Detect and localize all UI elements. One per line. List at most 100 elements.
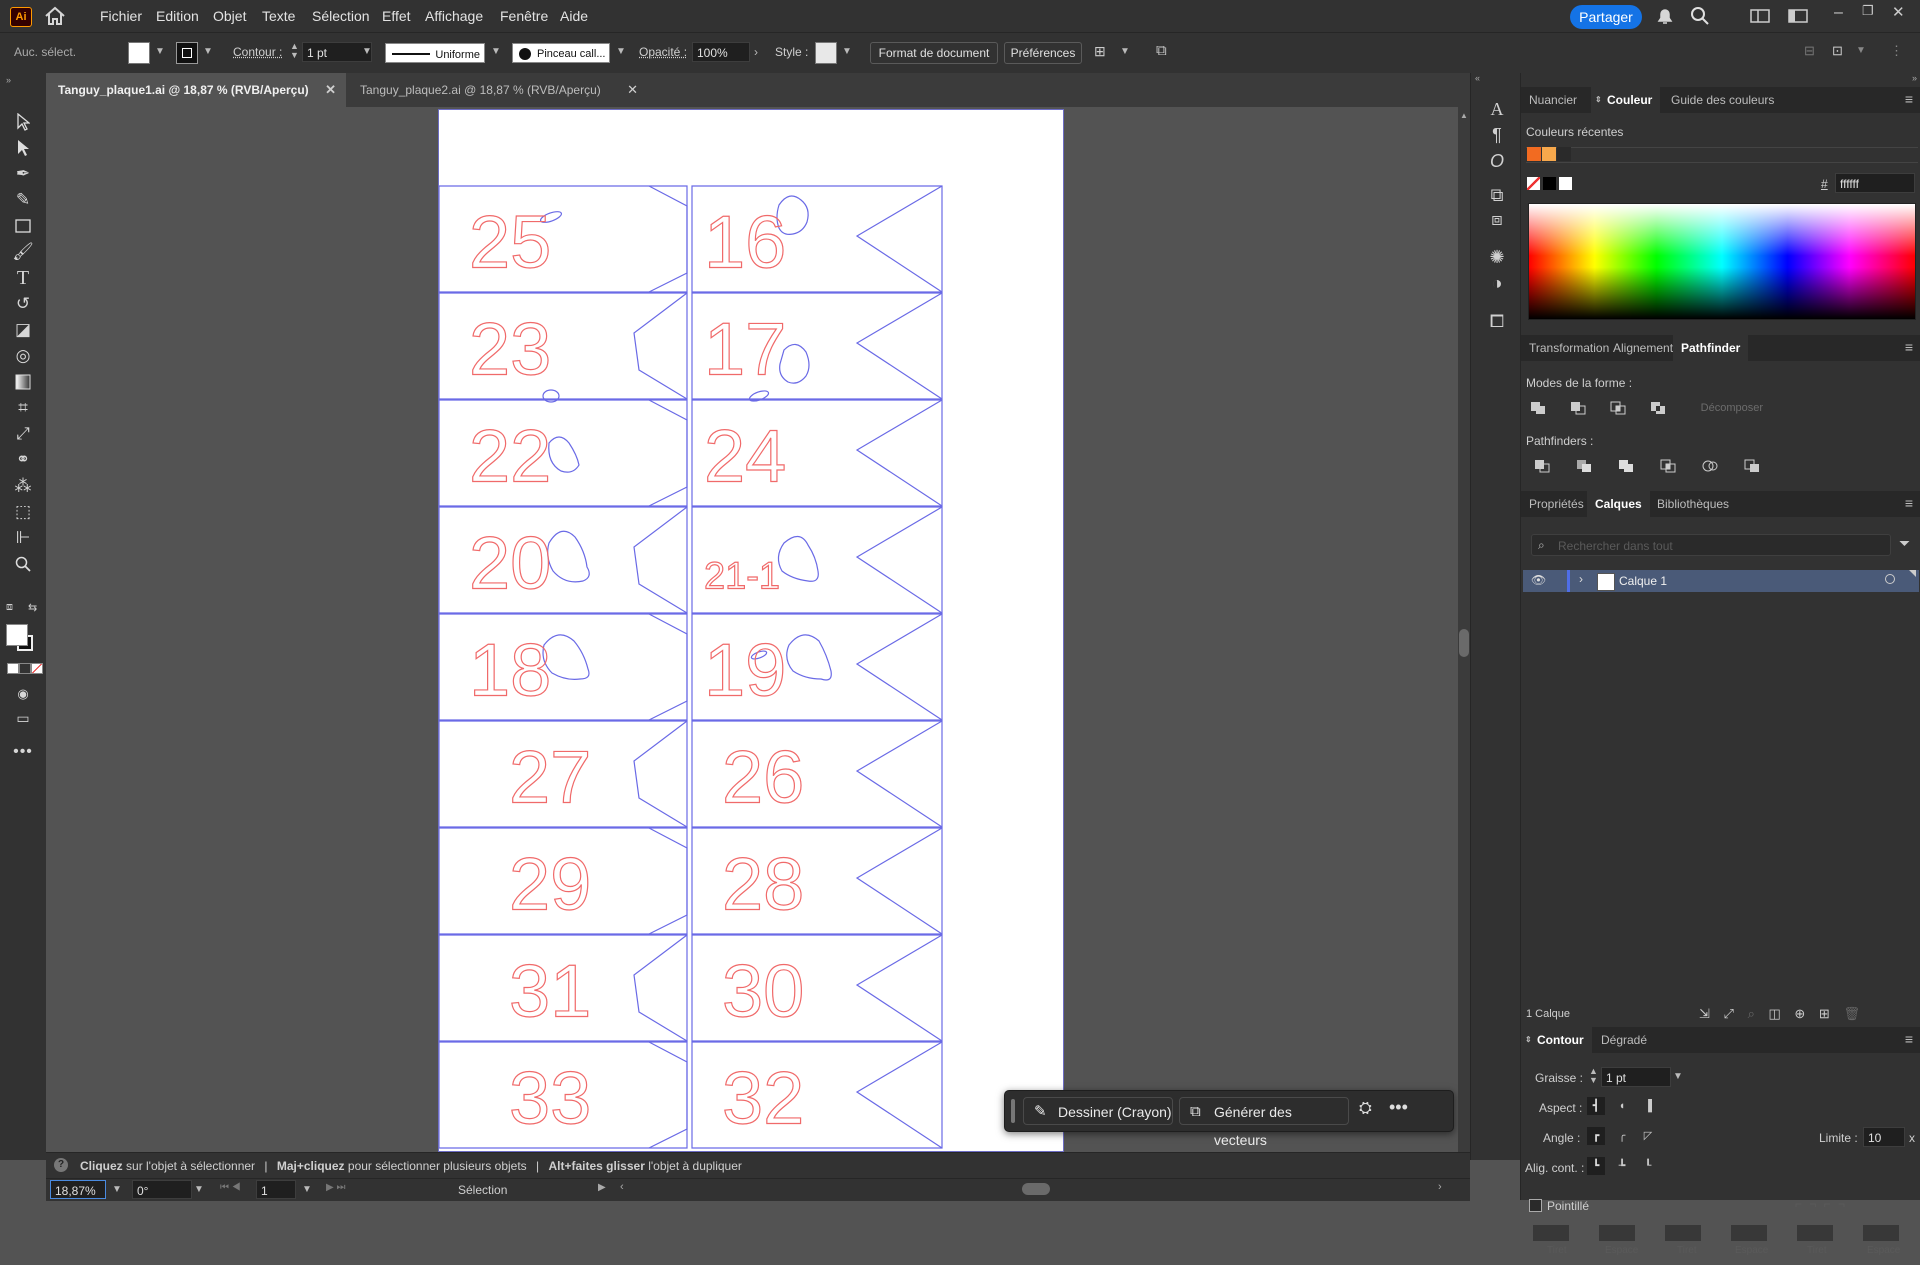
fill-swatch[interactable] (128, 42, 150, 64)
menu-fichier[interactable]: Fichier (94, 0, 148, 32)
recent-color-swatch[interactable] (1557, 147, 1571, 161)
miter-join-icon[interactable]: ┏ (1587, 1127, 1605, 1145)
menu-texte[interactable]: Texte (256, 0, 301, 32)
transform-icon[interactable]: ⊡ (1832, 43, 1843, 59)
draw-mode-icon[interactable]: ◉ (10, 683, 36, 705)
menu-aide[interactable]: Aide (554, 0, 594, 32)
fill-color-front[interactable] (6, 624, 28, 646)
first-artboard-icon[interactable]: ⏮ ◀ (220, 1182, 241, 1193)
blend-tool-icon[interactable]: ⚭ (10, 449, 36, 471)
tab-gradient[interactable]: Dégradé (1593, 1027, 1655, 1053)
butt-cap-icon[interactable]: ┫ (1587, 1097, 1605, 1115)
image-settings-icon[interactable]: ⛭ (1359, 1100, 1372, 1118)
slice-tool-icon[interactable]: ⊩ (10, 527, 36, 549)
zoom-tool-icon[interactable] (10, 553, 36, 575)
tab-swatches[interactable]: Nuancier (1521, 87, 1585, 113)
opacity-field[interactable]: 100% (692, 42, 750, 62)
preferences-button[interactable]: Préférences (1004, 42, 1082, 64)
chevron-down-icon[interactable]: ▼ (112, 1184, 122, 1195)
tab-plaque1[interactable]: Tanguy_plaque1.ai @ 18,87 % (RVB/Aperçu)… (46, 73, 346, 107)
search-icon[interactable]: ⌕ (1748, 1006, 1755, 1021)
menu-selection[interactable]: Sélection (306, 0, 376, 32)
selection-tool-icon[interactable] (10, 111, 36, 133)
tab-color-guide[interactable]: Guide des couleurs (1663, 87, 1782, 113)
artboards-panel-icon[interactable]: ⧠ (1485, 309, 1509, 333)
color-spectrum[interactable] (1528, 203, 1916, 320)
dash-field[interactable] (1797, 1225, 1833, 1241)
black-swatch[interactable] (1543, 177, 1556, 190)
layers-search-input[interactable]: ⌕ Rechercher dans tout (1531, 534, 1891, 556)
minus-front-icon[interactable] (1569, 400, 1587, 416)
gap-field[interactable] (1863, 1225, 1899, 1241)
symbol-sprayer-tool-icon[interactable]: ⁂ (10, 475, 36, 497)
dashed-checkbox[interactable] (1529, 1199, 1542, 1212)
direct-selection-tool-icon[interactable] (10, 137, 36, 159)
gradient-mode-icon[interactable] (19, 663, 31, 674)
canvas-area[interactable]: 25 16 23 17 22 24 20 21-1 18 19 27 26 29 28 31 30 33 32 ✎… (46, 107, 1458, 1152)
dash-field[interactable] (1533, 1225, 1569, 1241)
menu-fenetre[interactable]: Fenêtre (494, 0, 554, 32)
shape-builder-tool-icon[interactable]: ◎ (10, 345, 36, 367)
crop-icon[interactable] (1659, 458, 1677, 474)
brush-field[interactable]: Pinceau call... (512, 43, 610, 63)
trim-icon[interactable] (1575, 458, 1593, 474)
none-mode-icon[interactable] (31, 663, 43, 674)
gradient-tool-icon[interactable] (10, 371, 36, 393)
share-button[interactable]: Partager (1570, 5, 1642, 29)
style-swatch[interactable] (815, 42, 837, 64)
divide-icon[interactable] (1533, 458, 1551, 474)
arrange-icon[interactable] (1788, 9, 1808, 26)
panel-menu-icon[interactable]: ≡ (1905, 91, 1913, 107)
dash-preserve-icon[interactable]: ⌐ ¬ ⌐ ¬ (1795, 1197, 1847, 1211)
stroke-profile-field[interactable]: Uniforme (385, 43, 485, 63)
default-colors-icon[interactable]: ⧈ (6, 601, 13, 614)
rotate-tool-icon[interactable]: ↺ (10, 293, 36, 315)
generate-vectors-button[interactable]: ⧉ Générer des vecteurs (1179, 1097, 1349, 1148)
chevron-right-icon[interactable]: › (754, 45, 758, 59)
draw-pencil-button[interactable]: ✎ Dessiner (Crayon) (1023, 1097, 1173, 1125)
artwork[interactable]: 25 16 23 17 22 24 20 21-1 18 19 27 26 29 28 31 30 33 32 (439, 110, 1064, 1152)
tab-stroke[interactable]: ⇕ Contour (1521, 1027, 1592, 1053)
new-sublayer-icon[interactable]: ⊕ (1794, 1006, 1805, 1021)
outline-icon[interactable] (1701, 458, 1719, 474)
panel-options-icon[interactable]: ⋮ (1890, 43, 1903, 59)
eraser-tool-icon[interactable]: ◪ (10, 319, 36, 341)
drag-handle[interactable] (1011, 1099, 1015, 1123)
gap-field[interactable] (1599, 1225, 1635, 1241)
square-cap-icon[interactable]: ▐ (1639, 1097, 1657, 1115)
tab-pathfinder[interactable]: Pathfinder (1673, 335, 1749, 361)
visibility-eye-icon[interactable]: 👁 (1531, 573, 1546, 587)
stepper-icon[interactable]: ▲ ▼ (1589, 1067, 1598, 1085)
chevron-down-icon[interactable]: ▼ (1673, 1071, 1683, 1082)
close-tab-icon[interactable]: ✕ (627, 73, 638, 107)
asset-export-icon[interactable]: ⧉ (1485, 183, 1509, 207)
chevron-down-icon[interactable]: ▼ (203, 46, 213, 57)
new-layer-icon[interactable]: ⊞ (1819, 1006, 1830, 1021)
tab-color[interactable]: ⇕ Couleur (1591, 87, 1661, 113)
minus-back-icon[interactable] (1743, 458, 1761, 474)
rotation-field[interactable]: 0° (132, 1180, 192, 1199)
graphic-styles-icon[interactable]: ◑ (1485, 271, 1509, 295)
artboard-number-field[interactable]: 1 (256, 1180, 296, 1199)
scroll-thumb[interactable] (1459, 629, 1469, 657)
more-tools-icon[interactable]: ••• (10, 741, 36, 763)
type-tool-icon[interactable]: T (10, 267, 36, 289)
align-outside-icon[interactable]: ┖ (1639, 1157, 1657, 1175)
unite-icon[interactable] (1529, 400, 1547, 416)
chevron-right-icon[interactable]: › (1579, 572, 1583, 586)
restore-icon[interactable]: ❐ (1862, 3, 1874, 19)
collapse-icon[interactable]: » (1912, 73, 1917, 83)
white-swatch[interactable] (1559, 177, 1572, 190)
align-icon[interactable]: ⊟ (1804, 43, 1815, 59)
opentype-panel-icon[interactable]: O (1485, 149, 1509, 173)
panel-menu-icon[interactable]: ≡ (1905, 1031, 1913, 1047)
chevron-down-icon[interactable]: ▼ (194, 1184, 204, 1195)
menu-affichage[interactable]: Affichage (419, 0, 489, 32)
panel-menu-icon[interactable]: ≡ (1905, 339, 1913, 355)
layer-name[interactable]: Calque 1 (1619, 574, 1667, 588)
collapse-icon[interactable]: « (1475, 73, 1480, 83)
scroll-up-icon[interactable]: ▲ (1460, 111, 1468, 120)
layer-row[interactable]: 👁 › Calque 1 (1523, 570, 1919, 592)
screen-mode-icon[interactable]: ▭ (10, 707, 36, 729)
select-similar-icon[interactable]: ⊞ (1094, 43, 1106, 60)
